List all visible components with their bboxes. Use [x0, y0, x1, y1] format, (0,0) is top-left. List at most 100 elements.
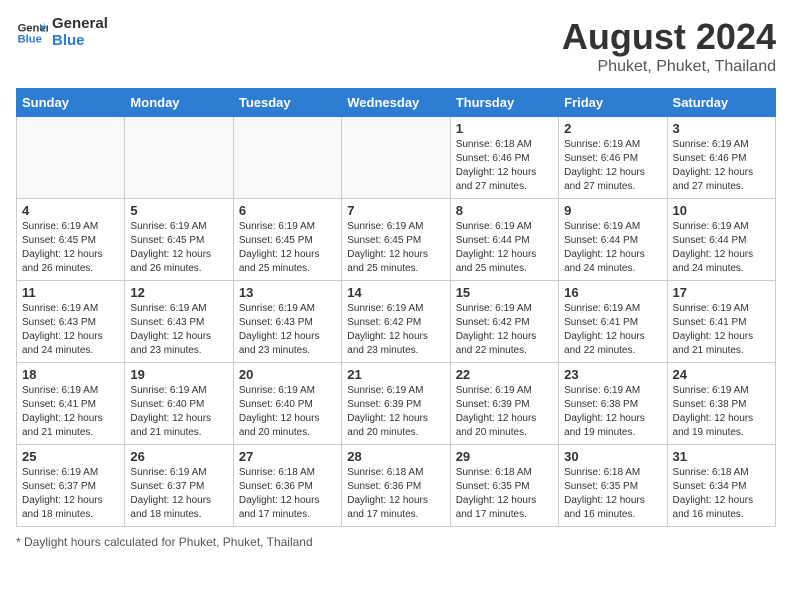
calendar-cell: [125, 117, 233, 199]
calendar-cell: 28Sunrise: 6:18 AM Sunset: 6:36 PM Dayli…: [342, 445, 450, 527]
calendar-cell: 25Sunrise: 6:19 AM Sunset: 6:37 PM Dayli…: [17, 445, 125, 527]
calendar-cell: 23Sunrise: 6:19 AM Sunset: 6:38 PM Dayli…: [559, 363, 667, 445]
day-info: Sunrise: 6:19 AM Sunset: 6:37 PM Dayligh…: [130, 466, 227, 522]
calendar-cell: 10 Sunrise: 6:19 AM Sunset: 6:44 PM Dayli…: [667, 199, 775, 281]
calendar-day-header: Wednesday: [342, 89, 450, 117]
day-number: 26: [130, 449, 227, 464]
day-number: 22: [456, 367, 553, 382]
calendar-cell: 2 Sunrise: 6:19 AM Sunset: 6:46 PM Daylig…: [559, 117, 667, 199]
day-number: 9: [564, 203, 661, 218]
calendar-cell: 26 Sunrise: 6:19 AM Sunset: 6:37 PM Dayli…: [125, 445, 233, 527]
logo: General Blue General Blue: [16, 16, 108, 49]
calendar-cell: 6Sunrise: 6:19 AM Sunset: 6:45 PM Daylig…: [233, 199, 341, 281]
day-number: 21: [347, 367, 444, 382]
day-number: 17: [673, 285, 770, 300]
calendar-cell: 9Sunrise: 6:19 AM Sunset: 6:44 PM Daylig…: [559, 199, 667, 281]
day-number: 29: [456, 449, 553, 464]
day-info: Sunrise: 6:19 AM Sunset: 6:45 PM Dayligh…: [130, 220, 227, 276]
day-info: Sunrise: 6:19 AM Sunset: 6:39 PM Dayligh…: [347, 384, 444, 440]
calendar-day-header: Tuesday: [233, 89, 341, 117]
day-info: Sunrise: 6:19 AM Sunset: 6:40 PM Dayligh…: [239, 384, 336, 440]
calendar-cell: 11Sunrise: 6:19 AM Sunset: 6:43 PM Dayli…: [17, 281, 125, 363]
day-info: Sunrise: 6:19 AM Sunset: 6:41 PM Dayligh…: [22, 384, 119, 440]
day-number: 23: [564, 367, 661, 382]
day-info: Sunrise: 6:19 AM Sunset: 6:45 PM Dayligh…: [347, 220, 444, 276]
calendar-table: SundayMondayTuesdayWednesdayThursdayFrid…: [16, 88, 776, 527]
day-info: Sunrise: 6:19 AM Sunset: 6:46 PM Dayligh…: [673, 138, 770, 194]
calendar-cell: 4Sunrise: 6:19 AM Sunset: 6:45 PM Daylig…: [17, 199, 125, 281]
day-info: Sunrise: 6:18 AM Sunset: 6:35 PM Dayligh…: [564, 466, 661, 522]
sub-title: Phuket, Phuket, Thailand: [562, 58, 776, 76]
day-info: Sunrise: 6:18 AM Sunset: 6:36 PM Dayligh…: [239, 466, 336, 522]
calendar-cell: 5 Sunrise: 6:19 AM Sunset: 6:45 PM Daylig…: [125, 199, 233, 281]
calendar-cell: 19 Sunrise: 6:19 AM Sunset: 6:40 PM Dayli…: [125, 363, 233, 445]
calendar-cell: 3 Sunrise: 6:19 AM Sunset: 6:46 PM Daylig…: [667, 117, 775, 199]
day-info: Sunrise: 6:18 AM Sunset: 6:34 PM Dayligh…: [673, 466, 770, 522]
day-info: Sunrise: 6:19 AM Sunset: 6:41 PM Dayligh…: [673, 302, 770, 358]
calendar-cell: 16Sunrise: 6:19 AM Sunset: 6:41 PM Dayli…: [559, 281, 667, 363]
day-number: 7: [347, 203, 444, 218]
calendar-cell: 21 Sunrise: 6:19 AM Sunset: 6:39 PM Dayli…: [342, 363, 450, 445]
day-number: 10: [673, 203, 770, 218]
day-number: 16: [564, 285, 661, 300]
day-number: 14: [347, 285, 444, 300]
calendar-cell: 22 Sunrise: 6:19 AM Sunset: 6:39 PM Dayli…: [450, 363, 558, 445]
calendar-cell: 27Sunrise: 6:18 AM Sunset: 6:36 PM Dayli…: [233, 445, 341, 527]
calendar-cell: 20Sunrise: 6:19 AM Sunset: 6:40 PM Dayli…: [233, 363, 341, 445]
logo-blue: Blue: [52, 33, 108, 50]
calendar-cell: [17, 117, 125, 199]
day-info: Sunrise: 6:19 AM Sunset: 6:37 PM Dayligh…: [22, 466, 119, 522]
svg-text:Blue: Blue: [18, 33, 42, 45]
main-title: August 2024: [562, 16, 776, 58]
day-info: Sunrise: 6:19 AM Sunset: 6:38 PM Dayligh…: [673, 384, 770, 440]
day-info: Sunrise: 6:19 AM Sunset: 6:42 PM Dayligh…: [456, 302, 553, 358]
day-number: 12: [130, 285, 227, 300]
calendar-week-row: 18Sunrise: 6:19 AM Sunset: 6:41 PM Dayli…: [17, 363, 776, 445]
calendar-cell: 17 Sunrise: 6:19 AM Sunset: 6:41 PM Dayli…: [667, 281, 775, 363]
day-number: 19: [130, 367, 227, 382]
calendar-header-row: SundayMondayTuesdayWednesdayThursdayFrid…: [17, 89, 776, 117]
day-info: Sunrise: 6:19 AM Sunset: 6:39 PM Dayligh…: [456, 384, 553, 440]
day-info: Sunrise: 6:19 AM Sunset: 6:43 PM Dayligh…: [130, 302, 227, 358]
logo-icon: General Blue: [16, 17, 48, 49]
calendar-week-row: 25Sunrise: 6:19 AM Sunset: 6:37 PM Dayli…: [17, 445, 776, 527]
calendar-week-row: 11Sunrise: 6:19 AM Sunset: 6:43 PM Dayli…: [17, 281, 776, 363]
day-info: Sunrise: 6:19 AM Sunset: 6:43 PM Dayligh…: [22, 302, 119, 358]
day-info: Sunrise: 6:19 AM Sunset: 6:46 PM Dayligh…: [564, 138, 661, 194]
day-number: 31: [673, 449, 770, 464]
calendar-cell: 1Sunrise: 6:18 AM Sunset: 6:46 PM Daylig…: [450, 117, 558, 199]
calendar-cell: 18Sunrise: 6:19 AM Sunset: 6:41 PM Dayli…: [17, 363, 125, 445]
calendar-cell: 30 Sunrise: 6:18 AM Sunset: 6:35 PM Dayli…: [559, 445, 667, 527]
day-number: 13: [239, 285, 336, 300]
calendar-cell: 8Sunrise: 6:19 AM Sunset: 6:44 PM Daylig…: [450, 199, 558, 281]
day-info: Sunrise: 6:19 AM Sunset: 6:40 PM Dayligh…: [130, 384, 227, 440]
calendar-cell: 24Sunrise: 6:19 AM Sunset: 6:38 PM Dayli…: [667, 363, 775, 445]
day-number: 3: [673, 121, 770, 136]
calendar-cell: 29 Sunrise: 6:18 AM Sunset: 6:35 PM Dayli…: [450, 445, 558, 527]
day-info: Sunrise: 6:19 AM Sunset: 6:44 PM Dayligh…: [673, 220, 770, 276]
footer-note: * Daylight hours calculated for Phuket, …: [16, 535, 776, 549]
calendar-cell: [342, 117, 450, 199]
day-number: 5: [130, 203, 227, 218]
day-info: Sunrise: 6:18 AM Sunset: 6:36 PM Dayligh…: [347, 466, 444, 522]
calendar-body: 1Sunrise: 6:18 AM Sunset: 6:46 PM Daylig…: [17, 117, 776, 527]
calendar-week-row: 4Sunrise: 6:19 AM Sunset: 6:45 PM Daylig…: [17, 199, 776, 281]
day-number: 2: [564, 121, 661, 136]
day-info: Sunrise: 6:19 AM Sunset: 6:42 PM Dayligh…: [347, 302, 444, 358]
calendar-cell: 7 Sunrise: 6:19 AM Sunset: 6:45 PM Daylig…: [342, 199, 450, 281]
calendar-cell: 15Sunrise: 6:19 AM Sunset: 6:42 PM Dayli…: [450, 281, 558, 363]
calendar-day-header: Sunday: [17, 89, 125, 117]
day-number: 30: [564, 449, 661, 464]
day-info: Sunrise: 6:19 AM Sunset: 6:43 PM Dayligh…: [239, 302, 336, 358]
day-info: Sunrise: 6:19 AM Sunset: 6:44 PM Dayligh…: [456, 220, 553, 276]
day-number: 1: [456, 121, 553, 136]
calendar-cell: 13 Sunrise: 6:19 AM Sunset: 6:43 PM Dayli…: [233, 281, 341, 363]
calendar-cell: 12 Sunrise: 6:19 AM Sunset: 6:43 PM Dayli…: [125, 281, 233, 363]
calendar-day-header: Monday: [125, 89, 233, 117]
calendar-cell: 14 Sunrise: 6:19 AM Sunset: 6:42 PM Dayli…: [342, 281, 450, 363]
header: General Blue General Blue August 2024 Ph…: [16, 16, 776, 76]
calendar-week-row: 1Sunrise: 6:18 AM Sunset: 6:46 PM Daylig…: [17, 117, 776, 199]
day-info: Sunrise: 6:18 AM Sunset: 6:35 PM Dayligh…: [456, 466, 553, 522]
calendar-cell: 31 Sunrise: 6:18 AM Sunset: 6:34 PM Dayli…: [667, 445, 775, 527]
day-info: Sunrise: 6:19 AM Sunset: 6:45 PM Dayligh…: [239, 220, 336, 276]
